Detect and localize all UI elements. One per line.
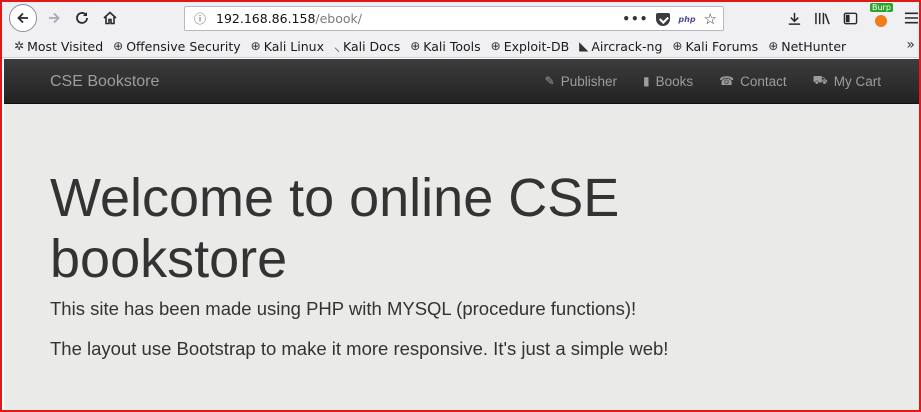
bookmark-star-icon[interactable]: ☆ [704,10,717,28]
phone-icon: ☎ [719,74,735,88]
paperclip-icon: ✎ [544,74,555,88]
layout-paragraph: The layout use Bootstrap to make it more… [50,338,669,359]
pocket-icon[interactable] [656,12,671,26]
page-actions-button[interactable]: ••• [622,12,648,26]
burp-ball-icon [875,15,887,27]
bookmark-label: Kali Linux [263,38,324,54]
kali-dragon-icon: ⸜ [333,39,340,54]
sidebar-icon[interactable] [843,11,858,26]
bookmark-label: Offensive Security [126,38,241,54]
welcome-heading: Welcome to online CSE bookstore [50,168,620,289]
gear-icon: ✲ [14,39,25,53]
globe-icon: ⊕ [250,39,261,53]
jumbotron: Welcome to online CSE bookstore This sit… [4,104,919,410]
aircrack-icon: ◣ [579,39,589,53]
url-host: 192.168.86.158 [216,11,316,26]
bookmark-nethunter[interactable]: ⊕ NetHunter [768,39,846,54]
bookmark-aircrack-ng[interactable]: ◣ Aircrack-ng [579,39,662,54]
nav-books-label: Books [655,73,694,89]
nav-my-cart-label: My Cart [833,73,881,89]
bookmarks-bar: ✲ Most Visited ⊕ Offensive Security ⊕ Kali … [2,35,919,58]
nav-publisher-label: Publisher [560,73,618,89]
bookmark-kali-docs[interactable]: ⸜ Kali Docs [334,38,400,55]
nav-my-cart[interactable]: ⛟ My Cart [813,73,881,89]
forward-arrow-icon [49,12,60,24]
browser-toolbar: ⓘ 192.168.86.158/ebook/ ••• php ☆ Burp [2,2,919,35]
home-icon [103,11,117,25]
site-navbar: CSE Bookstore ✎ Publisher ▮ Books ☎ Cont… [4,59,919,104]
nav-books[interactable]: ▮ Books [643,73,693,89]
bookmark-exploit-db[interactable]: ⊕ Exploit-DB [491,39,570,54]
nav-links: ✎ Publisher ▮ Books ☎ Contact ⛟ My Cart [545,73,881,89]
globe-icon: ⊕ [490,39,501,53]
info-icon[interactable]: ⓘ [188,10,212,27]
bookmark-label: Exploit-DB [503,38,570,54]
url-path: /ebook/ [315,11,362,26]
home-button[interactable] [98,6,122,30]
nav-contact[interactable]: ☎ Contact [719,73,786,89]
bookmarks-overflow-button[interactable]: » [906,37,915,53]
cart-icon: ⛟ [812,73,828,87]
screenshot-frame: ⓘ 192.168.86.158/ebook/ ••• php ☆ Burp ✲… [0,0,921,412]
back-button[interactable] [9,4,37,32]
reload-icon [76,12,88,24]
php-icon[interactable]: php [678,15,695,24]
reload-button[interactable] [70,6,94,30]
intro-paragraph: This site has been made using PHP with M… [50,298,637,319]
site-brand[interactable]: CSE Bookstore [50,73,159,91]
globe-icon: ⊕ [672,39,683,53]
nav-publisher[interactable]: ✎ Publisher [545,73,617,89]
bookmark-label: Kali Forums [685,38,759,54]
bookmark-label: Kali Tools [423,38,481,54]
bookmark-kali-forums[interactable]: ⊕ Kali Forums [672,39,758,54]
forward-button[interactable] [42,6,66,30]
bookmark-most-visited[interactable]: ✲ Most Visited [14,39,103,54]
bookmark-label: Most Visited [27,38,104,54]
globe-icon: ⊕ [113,39,124,53]
menu-icon[interactable] [904,11,919,25]
address-bar[interactable]: ⓘ 192.168.86.158/ebook/ ••• php ☆ [184,6,724,31]
globe-icon: ⊕ [768,39,779,53]
nav-contact-label: Contact [740,73,787,89]
address-bar-actions: ••• php ☆ [622,10,717,28]
toolbar-right-tools: Burp [787,3,919,28]
bookmark-label: Kali Docs [343,38,401,54]
bookmark-offensive-security[interactable]: ⊕ Offensive Security [113,39,241,54]
download-icon[interactable] [787,11,802,26]
burp-extension-icon[interactable]: Burp [870,3,893,28]
globe-icon: ⊕ [410,39,421,53]
book-icon: ▮ [643,74,650,88]
library-icon[interactable] [814,11,831,26]
bookmark-kali-tools[interactable]: ⊕ Kali Tools [410,39,480,54]
burp-badge: Burp [870,3,893,12]
back-arrow-icon [17,12,28,24]
bookmark-label: Aircrack-ng [591,38,663,54]
bookmark-kali-linux[interactable]: ⊕ Kali Linux [251,39,324,54]
bookmark-label: NetHunter [781,38,847,54]
